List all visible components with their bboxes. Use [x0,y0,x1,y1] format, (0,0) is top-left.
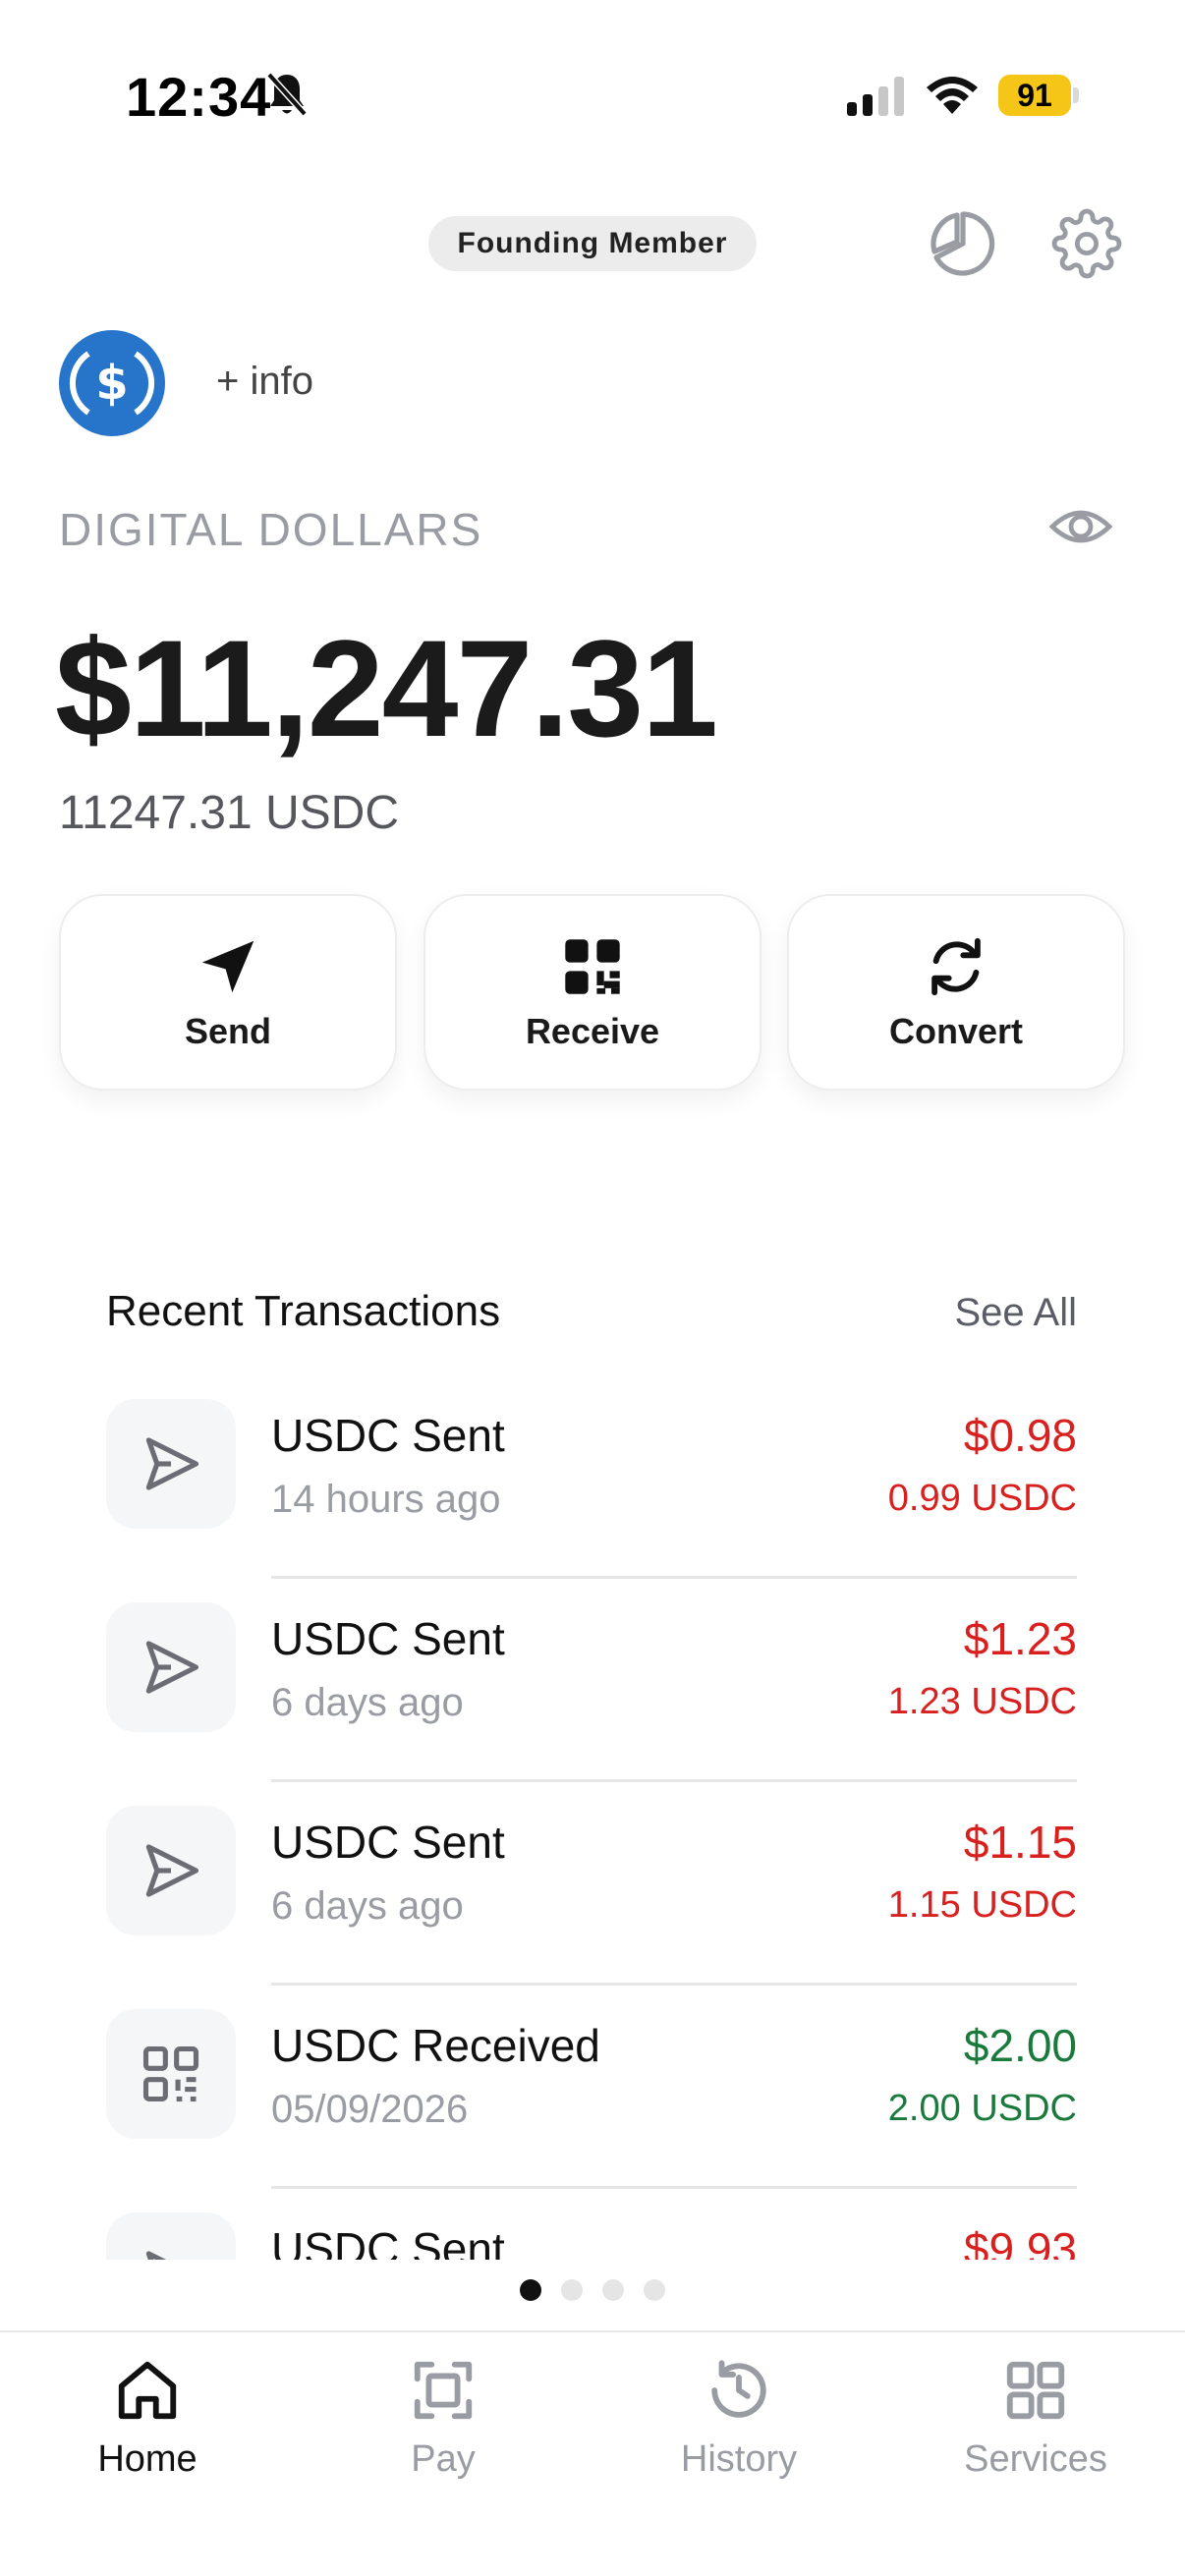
qr-code-icon [565,939,620,994]
transaction-row[interactable]: USDC Sent 14 hours ago $0.98 0.99 USDC [0,1375,1185,1579]
send-outline-icon [145,2251,167,2260]
transaction-amount: $1.23 [963,1613,1077,1664]
transaction-name: USDC Sent [271,2223,505,2260]
info-link[interactable]: + info [216,360,313,404]
transaction-amount: $9.93 [963,2223,1077,2260]
scan-icon [414,2361,473,2420]
transaction-time: 6 days ago [271,1884,464,1928]
see-all-link[interactable]: See All [954,1291,1077,1335]
transaction-icon-box [106,1399,236,1529]
send-button[interactable]: Send [59,894,397,1091]
pie-chart-icon[interactable] [928,208,998,279]
transaction-icon-box [106,2009,236,2139]
balance-usdc-amount: 11247.31 USDC [59,787,399,839]
cellular-signal-icon [847,77,904,116]
transaction-row[interactable]: USDC Sent 6 days ago $1.23 1.23 USDC [0,1579,1185,1782]
transaction-name: USDC Sent [271,1817,505,1868]
page-indicator [0,2279,1185,2301]
transaction-row[interactable]: USDC Sent $9.93 [0,2189,1185,2260]
history-icon [711,2360,766,2418]
home-icon [118,2361,177,2420]
transaction-time: 14 hours ago [271,1478,501,1521]
transaction-usdc-amount: 1.23 USDC [887,1681,1077,1722]
battery-tip [1073,87,1079,103]
send-icon [201,940,254,993]
transaction-name: USDC Sent [271,1613,505,1664]
usdc-logo-icon: $ [59,330,165,436]
convert-label: Convert [888,1011,1024,1051]
bottom-tab-bar: Home Pay History Services [0,2330,1185,2576]
page-dot[interactable] [644,2279,665,2301]
tab-history[interactable]: History [621,2356,857,2503]
tab-home[interactable]: Home [29,2356,265,2503]
convert-button[interactable]: Convert [787,894,1125,1091]
svg-text:$: $ [95,356,128,411]
balance-label: DIGITAL DOLLARS [59,504,483,555]
transaction-row[interactable]: USDC Received 05/09/2026 $2.00 2.00 USDC [0,1986,1185,2189]
send-label: Send [184,1011,271,1051]
grid-icon [1006,2361,1065,2420]
transaction-row[interactable]: USDC Sent 6 days ago $1.15 1.15 USDC [0,1782,1185,1986]
balance-amount: $11,247.31 [55,611,718,765]
tab-pay-label: Pay [411,2438,476,2480]
transaction-usdc-amount: 2.00 USDC [887,2088,1077,2129]
transaction-usdc-amount: 0.99 USDC [887,1478,1077,1519]
tab-services[interactable]: Services [918,2356,1154,2503]
receive-button[interactable]: Receive [423,894,762,1091]
wifi-icon [927,77,978,114]
tab-home-label: Home [97,2438,198,2480]
transaction-icon-box [106,1806,236,1935]
qr-code-outline-icon [142,2045,199,2102]
page-dot[interactable] [561,2279,583,2301]
recent-transactions-title: Recent Transactions [106,1287,501,1335]
transaction-name: USDC Received [271,2020,600,2071]
transactions-list: USDC Sent 14 hours ago $0.98 0.99 USDC U… [0,1375,1185,2260]
tab-services-label: Services [964,2438,1107,2480]
page-dot[interactable] [602,2279,624,2301]
convert-icon [931,937,981,996]
transaction-time: 05/09/2026 [271,2088,469,2131]
transaction-time: 6 days ago [271,1681,464,1724]
gear-icon[interactable] [1051,208,1122,279]
transaction-icon-box [106,1602,236,1732]
transaction-name: USDC Sent [271,1410,505,1461]
bell-off-icon [266,72,308,117]
send-outline-icon [145,1437,199,1490]
transaction-amount: $0.98 [963,1410,1077,1461]
eye-icon[interactable] [1049,499,1112,554]
page-dot-active[interactable] [520,2279,541,2301]
transaction-amount: $1.15 [963,1817,1077,1868]
transaction-icon-box [106,2212,236,2260]
tab-pay[interactable]: Pay [325,2356,561,2503]
status-time: 12:34 [126,66,272,128]
battery-indicator: 91 [998,75,1079,116]
send-outline-icon [145,1641,199,1694]
battery-level: 91 [998,75,1071,116]
founding-member-badge: Founding Member [428,216,757,271]
app-screen: 12:34 91 Founding Member $ + info DIGITA… [0,0,1185,2576]
transaction-usdc-amount: 1.15 USDC [887,1884,1077,1926]
status-bar: 12:34 91 [0,0,1185,187]
receive-label: Receive [525,1011,660,1051]
transaction-amount: $2.00 [963,2020,1077,2071]
send-outline-icon [145,1844,199,1897]
tab-history-label: History [680,2438,798,2480]
